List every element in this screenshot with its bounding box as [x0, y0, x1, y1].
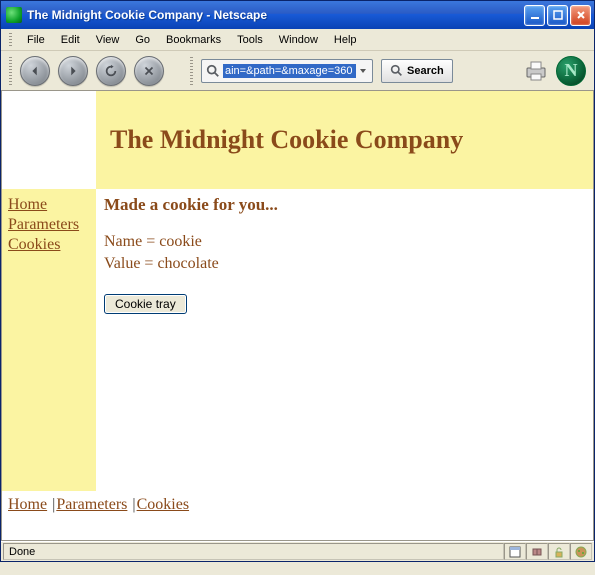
menu-edit[interactable]: Edit [54, 32, 87, 48]
back-arrow-icon [28, 64, 42, 78]
print-icon[interactable] [524, 60, 548, 82]
menu-file[interactable]: File [20, 32, 52, 48]
footer-links: Home |Parameters |Cookies [2, 491, 593, 519]
magnifier-icon [390, 64, 403, 77]
netscape-app-icon [6, 7, 22, 23]
viewport: The Midnight Cookie Company Home Paramet… [1, 91, 594, 541]
forward-arrow-icon [66, 64, 80, 78]
cookie-tray-button[interactable]: Cookie tray [104, 294, 187, 314]
sidebar-link-cookies[interactable]: Cookies [8, 235, 90, 255]
stop-icon [142, 64, 156, 78]
search-button[interactable]: Search [381, 59, 453, 83]
minimize-button[interactable] [524, 5, 545, 26]
menu-view[interactable]: View [89, 32, 127, 48]
forward-button[interactable] [58, 56, 88, 86]
page-title: The Midnight Cookie Company [110, 125, 463, 155]
back-button[interactable] [20, 56, 50, 86]
sidebar-link-home[interactable]: Home [8, 195, 90, 215]
address-input[interactable] [223, 64, 356, 78]
reload-icon [104, 64, 118, 78]
reload-button[interactable] [96, 56, 126, 86]
toolbar-grip-icon[interactable] [9, 57, 12, 85]
menu-window[interactable]: Window [272, 32, 325, 48]
cookie-icon [575, 546, 587, 558]
cookie-name-line: Name = cookie [104, 231, 278, 253]
status-security-icon[interactable] [548, 543, 570, 560]
toolbar: Search N [1, 51, 594, 91]
menu-tools[interactable]: Tools [230, 32, 270, 48]
footer-separator: | [127, 496, 136, 513]
menu-go[interactable]: Go [128, 32, 157, 48]
status-connection-icon[interactable] [526, 543, 548, 560]
search-icon [206, 64, 220, 78]
menu-bookmarks[interactable]: Bookmarks [159, 32, 228, 48]
status-cookie-icon[interactable] [570, 543, 592, 560]
cookie-value-line: Value = chocolate [104, 253, 278, 275]
chevron-down-icon [358, 66, 368, 76]
plug-icon [531, 546, 543, 558]
menubar: File Edit View Go Bookmarks Tools Window… [1, 29, 594, 51]
toolbar-grip-icon-2[interactable] [190, 57, 193, 85]
close-button[interactable] [570, 5, 591, 26]
address-bar[interactable] [201, 59, 373, 83]
stop-button[interactable] [134, 56, 164, 86]
netscape-throbber-icon[interactable]: N [556, 56, 586, 86]
footer-link-home[interactable]: Home [8, 496, 47, 513]
status-popup-icon[interactable] [504, 543, 526, 560]
status-text: Done [3, 543, 504, 560]
statusbar: Done [1, 541, 594, 561]
footer-separator: | [47, 496, 56, 513]
window-controls [524, 5, 591, 26]
maximize-button[interactable] [547, 5, 568, 26]
sidebar: Home Parameters Cookies [2, 189, 96, 491]
sidebar-link-parameters[interactable]: Parameters [8, 215, 90, 235]
footer-link-parameters[interactable]: Parameters [56, 496, 127, 513]
browser-window: The Midnight Cookie Company - Netscape F… [0, 0, 595, 562]
content-heading: Made a cookie for you... [104, 195, 278, 215]
address-dropdown-button[interactable] [356, 66, 370, 76]
banner: The Midnight Cookie Company [96, 91, 593, 189]
window-title: The Midnight Cookie Company - Netscape [27, 8, 524, 22]
main-content: Made a cookie for you... Name = cookie V… [96, 189, 286, 491]
menu-help[interactable]: Help [327, 32, 364, 48]
menubar-grip-icon[interactable] [9, 33, 12, 47]
page-document: The Midnight Cookie Company Home Paramet… [2, 91, 593, 540]
titlebar[interactable]: The Midnight Cookie Company - Netscape [1, 1, 594, 29]
window-small-icon [509, 546, 521, 558]
lock-open-icon [553, 546, 565, 558]
search-button-label: Search [407, 65, 444, 77]
footer-link-cookies[interactable]: Cookies [137, 496, 189, 513]
